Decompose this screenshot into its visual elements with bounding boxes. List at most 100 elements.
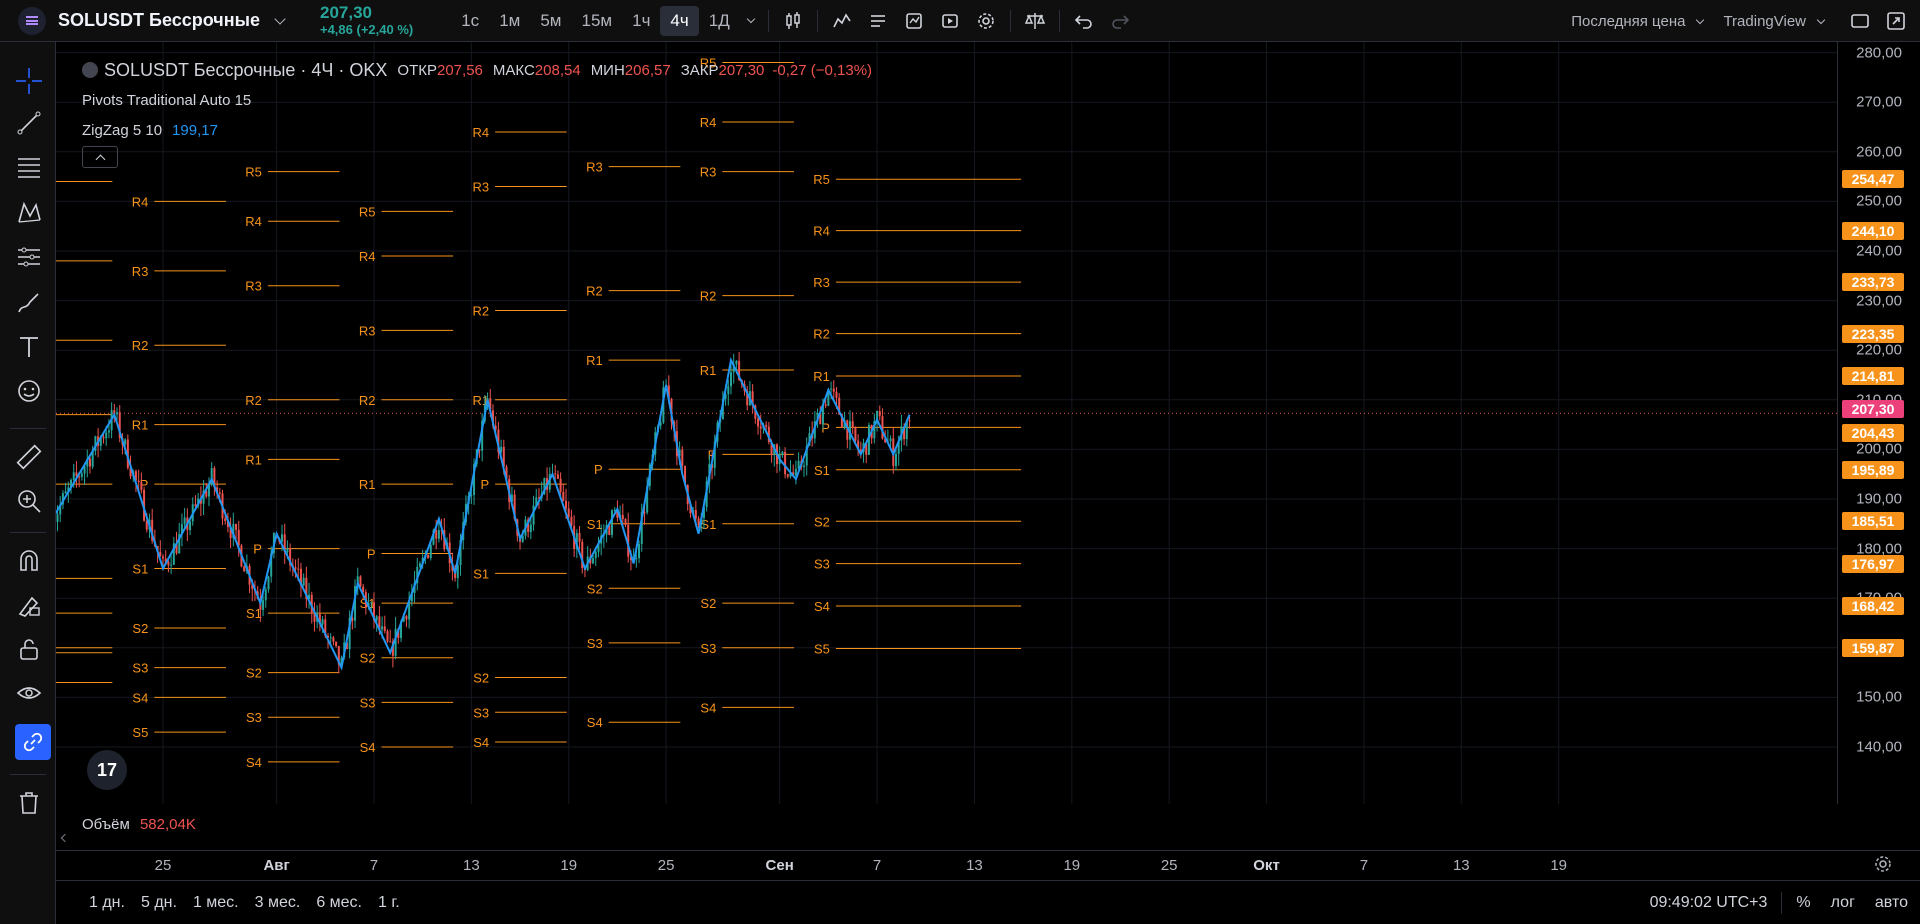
price-tick-label: 200,00 bbox=[1856, 440, 1902, 458]
pivot-label-s3: S3 bbox=[587, 636, 603, 651]
eye-icon[interactable] bbox=[14, 678, 44, 708]
pivot-label-r1: R1 bbox=[132, 418, 149, 433]
price-type-selector[interactable]: Последняя цена bbox=[1559, 13, 1689, 30]
clock-timezone[interactable]: 09:49:02 UTC+3 bbox=[1640, 894, 1778, 912]
pivot-price-tag: 244,10 bbox=[1842, 221, 1904, 240]
auto-toggle[interactable]: авто bbox=[1865, 894, 1920, 912]
pivot-label-s1: S1 bbox=[587, 517, 603, 532]
interval-5m[interactable]: 5м bbox=[530, 6, 571, 36]
pivot-label-r1: R1 bbox=[359, 477, 376, 492]
indicators-icon[interactable] bbox=[824, 6, 860, 36]
intervals-dropdown-icon[interactable] bbox=[746, 14, 755, 24]
zoom-in-icon[interactable] bbox=[14, 486, 44, 516]
alert-icon[interactable] bbox=[896, 6, 932, 36]
collapse-toolbar-icon[interactable] bbox=[60, 833, 70, 843]
price-tick-label: 150,00 bbox=[1856, 688, 1902, 706]
brush-icon[interactable] bbox=[14, 288, 44, 318]
interval-4h[interactable]: 4ч bbox=[660, 5, 699, 36]
pivot-price-tag: 233,73 bbox=[1842, 273, 1904, 292]
crosshair-icon[interactable] bbox=[14, 66, 44, 96]
price-type-chevron-icon[interactable] bbox=[1696, 15, 1705, 24]
settings-gear-icon[interactable] bbox=[968, 6, 1004, 36]
time-tick-label: 19 bbox=[1550, 857, 1567, 874]
trash-icon[interactable] bbox=[14, 788, 44, 818]
pivot-label-r5: R5 bbox=[359, 204, 376, 219]
replay-icon[interactable] bbox=[932, 6, 968, 36]
candle-body bbox=[765, 424, 768, 427]
unlock-icon[interactable] bbox=[14, 634, 44, 664]
candle-body bbox=[908, 420, 911, 422]
time-tick-label: 25 bbox=[1160, 857, 1178, 874]
candle-body bbox=[824, 404, 827, 406]
compare-scales-icon[interactable] bbox=[1017, 6, 1053, 36]
interval-1d[interactable]: 1Д bbox=[699, 6, 740, 36]
symbol-search[interactable]: SOLUSDT Бессрочные bbox=[0, 0, 294, 42]
range-5d[interactable]: 5 дн. bbox=[133, 894, 185, 912]
fullscreen-icon[interactable] bbox=[1842, 6, 1878, 36]
layout-selector[interactable]: TradingView bbox=[1711, 13, 1810, 30]
emoji-icon[interactable] bbox=[14, 376, 44, 406]
price-tick-label: 140,00 bbox=[1856, 738, 1902, 756]
axis-settings-gear-icon[interactable] bbox=[1873, 854, 1893, 877]
time-axis[interactable]: 25 Авг 7 13 19 25 Сен 7 13 19 25 Окт 7 13 19 bbox=[56, 850, 1920, 880]
trend-line-icon[interactable] bbox=[14, 108, 44, 138]
legend-collapse-button[interactable] bbox=[82, 146, 118, 168]
candle-type-icon[interactable] bbox=[775, 6, 811, 36]
tradingview-logo[interactable]: 17 bbox=[87, 750, 127, 790]
chart-legend: SOLUSDT Бессрочные · 4Ч · OKX ОТКР 207,56… bbox=[82, 58, 872, 168]
redo-icon[interactable] bbox=[1102, 6, 1138, 36]
candle-body bbox=[730, 372, 732, 387]
templates-icon[interactable] bbox=[860, 6, 896, 36]
pivot-label-s2: S2 bbox=[587, 581, 603, 596]
chevron-up-icon bbox=[95, 154, 105, 164]
candle-body bbox=[359, 576, 362, 587]
time-tick-label: Окт bbox=[1253, 857, 1280, 874]
legend-zigzag-row[interactable]: ZigZag 5 10 199,17 bbox=[82, 118, 872, 142]
prediction-icon[interactable] bbox=[14, 242, 44, 272]
price-tick-label: 250,00 bbox=[1856, 192, 1902, 210]
text-icon[interactable] bbox=[14, 332, 44, 362]
undo-icon[interactable] bbox=[1066, 6, 1102, 36]
ruler-icon[interactable] bbox=[14, 442, 44, 472]
magnet-icon[interactable] bbox=[14, 546, 44, 576]
range-1m[interactable]: 1 мес. bbox=[185, 894, 247, 912]
zigzag-indicator-label[interactable]: ZigZag 5 10 bbox=[82, 122, 162, 139]
legend-change: -0,27 (−0,13%) bbox=[772, 61, 873, 79]
price-axis[interactable]: 280,00 270,00 260,00 250,00 240,00 230,00 220,… bbox=[1837, 42, 1920, 804]
link-icon[interactable] bbox=[15, 724, 51, 760]
pivot-label-p: P bbox=[594, 462, 603, 477]
fib-lines-icon[interactable] bbox=[14, 152, 44, 182]
candle-body bbox=[370, 602, 373, 604]
range-3m[interactable]: 3 мес. bbox=[247, 894, 309, 912]
interval-1s[interactable]: 1с bbox=[451, 6, 489, 36]
layout-chevron-icon[interactable] bbox=[1816, 15, 1826, 24]
candle-body bbox=[105, 432, 108, 439]
log-toggle[interactable]: лог bbox=[1821, 894, 1865, 912]
price-tick-label: 260,00 bbox=[1856, 143, 1902, 161]
range-1y[interactable]: 1 г. bbox=[370, 894, 408, 912]
candle-body bbox=[286, 548, 289, 553]
pivot-price-tag: 176,97 bbox=[1842, 554, 1904, 573]
snapshot-icon[interactable] bbox=[1878, 6, 1914, 36]
interval-1m[interactable]: 1м bbox=[489, 6, 530, 36]
price-change: +4,86 (+2,40 %) bbox=[319, 21, 414, 37]
candle-body bbox=[635, 558, 638, 560]
pattern-icon[interactable] bbox=[14, 198, 44, 228]
range-6m[interactable]: 6 мес. bbox=[308, 894, 370, 912]
interval-1h[interactable]: 1ч bbox=[622, 6, 660, 36]
pivot-label-r1: R1 bbox=[245, 452, 262, 467]
candle-body bbox=[556, 474, 559, 479]
range-1d[interactable]: 1 дн. bbox=[81, 894, 133, 912]
pivot-price-tag: 195,89 bbox=[1842, 460, 1904, 479]
pivot-label-r4: R4 bbox=[245, 214, 262, 229]
lock-draw-icon[interactable] bbox=[14, 590, 44, 620]
legend-pivots-row[interactable]: Pivots Traditional Auto 15 bbox=[82, 88, 872, 112]
candle-body bbox=[375, 616, 378, 621]
price-tick-label: 190,00 bbox=[1856, 490, 1902, 508]
pivot-label-r2: R2 bbox=[472, 304, 489, 319]
high-label: МАКС bbox=[492, 61, 535, 79]
interval-15m[interactable]: 15м bbox=[572, 6, 623, 36]
pivot-label-p: P bbox=[480, 477, 489, 492]
pivots-indicator-label[interactable]: Pivots Traditional Auto 15 bbox=[82, 92, 251, 109]
percent-toggle[interactable]: % bbox=[1786, 894, 1820, 912]
